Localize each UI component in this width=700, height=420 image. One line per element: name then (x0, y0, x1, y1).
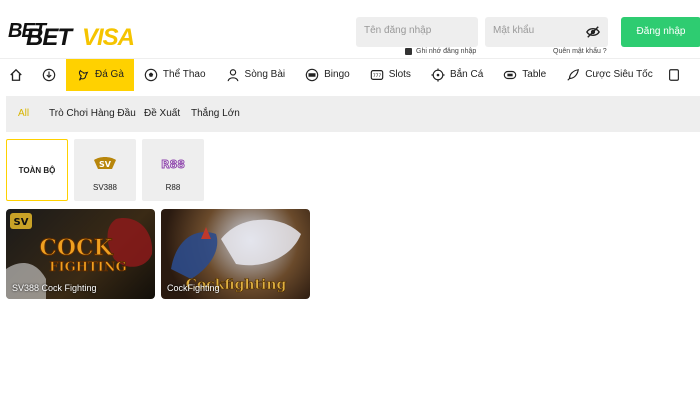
r88-logo-icon: R88 (161, 158, 186, 172)
password-input[interactable]: Mật khẩu (485, 17, 608, 47)
sv388-logo-text: SV (99, 160, 112, 169)
eye-off-icon[interactable] (586, 25, 600, 39)
brand-logo[interactable]: BET BET VISA (8, 18, 158, 51)
nav-label: Cược Siêu Tốc (585, 69, 653, 80)
nav-slots[interactable]: 777 Slots (360, 59, 421, 91)
username-input[interactable]: Tên đăng nhập (356, 17, 478, 47)
nav-label: Bắn Cá (449, 69, 484, 80)
download-icon (42, 68, 56, 81)
nav-home[interactable] (0, 59, 32, 91)
password-placeholder: Mật khẩu (493, 25, 535, 36)
nav-label: Bingo (324, 69, 350, 80)
filter-tab-big-win[interactable]: Thắng Lớn (191, 108, 240, 119)
nav-da-ga[interactable]: Đá Gà (66, 58, 134, 91)
game-title: SV388 Cock Fighting (12, 283, 97, 293)
header: BET BET VISA Tên đăng nhập Mật khẩu Đăng… (0, 0, 700, 58)
nav-label: Đá Gà (95, 69, 124, 80)
username-placeholder: Tên đăng nhập (364, 25, 432, 36)
game-card-sv388-cock-fighting[interactable]: SV COCK FIGHTING SV388 Cock Fighting (6, 209, 155, 299)
filter-tab-all[interactable]: All (18, 108, 29, 119)
nav-table[interactable]: Table (493, 59, 556, 91)
nav-the-thao[interactable]: Thể Thao (134, 59, 216, 91)
nav-label: Table (522, 69, 547, 80)
soccer-ball-icon (144, 68, 158, 81)
bingo-icon (305, 68, 319, 81)
game-card-cockfighting[interactable]: Cockfighting CockFighting (161, 209, 310, 299)
provider-label: TOÀN BỘ (18, 166, 56, 175)
provider-label: R88 (165, 183, 181, 192)
main-nav: Đá Gà Thể Thao Sòng Bài Bingo 777 Slots … (0, 58, 700, 91)
remember-me[interactable]: Ghi nhớ đăng nhập (405, 48, 476, 55)
nav-bingo[interactable]: Bingo (295, 59, 360, 91)
logo-visa: VISA (82, 24, 135, 51)
provider-label: SV388 (92, 183, 118, 192)
sv388-logo-icon: SV (94, 157, 116, 169)
logo-bet-2: BET (26, 24, 72, 51)
home-icon (10, 68, 22, 81)
nav-more[interactable] (663, 59, 685, 91)
sv-badge: SV (14, 217, 29, 228)
svg-text:777: 777 (373, 73, 382, 79)
forgot-password-link[interactable]: Quên mật khẩu ? (553, 48, 607, 55)
category-filter-bar: All Trò Chơi Hàng Đầu Đề Xuất Thắng Lớn (6, 96, 700, 132)
filter-tab-top-games[interactable]: Trò Chơi Hàng Đầu (49, 108, 136, 119)
slot-machine-icon: 777 (370, 69, 383, 80)
nav-song-bai[interactable]: Sòng Bài (216, 59, 296, 91)
crosshair-icon (431, 67, 445, 82)
game-art-text: COCK (39, 235, 113, 261)
provider-all[interactable]: TOÀN BỘ (6, 139, 68, 201)
filter-tab-recommended[interactable]: Đề Xuất (144, 108, 180, 119)
nav-ban-ca[interactable]: Bắn Cá (421, 59, 493, 91)
more-category-icon (668, 68, 679, 81)
remember-checkbox[interactable] (405, 48, 412, 55)
r88-logo-text: R88 (161, 158, 185, 171)
nav-label: Sòng Bài (244, 69, 286, 80)
nav-cuoc-sieu-toc[interactable]: Cược Siêu Tốc (556, 59, 663, 91)
remember-label: Ghi nhớ đăng nhập (416, 48, 477, 55)
table-game-icon (504, 70, 517, 79)
rocket-icon (567, 68, 580, 81)
provider-r88[interactable]: R88 R88 (142, 139, 204, 201)
page: BET BET VISA Tên đăng nhập Mật khẩu Đăng… (0, 0, 700, 420)
nav-label: Slots (388, 69, 411, 80)
dealer-icon (227, 68, 238, 81)
provider-sv388[interactable]: SV SV388 (74, 139, 136, 201)
rooster-icon (78, 69, 89, 81)
login-button[interactable]: Đăng nhập (621, 17, 700, 47)
nav-label: Thể Thao (162, 69, 206, 80)
game-art-text: FIGHTING (49, 260, 126, 275)
game-title: CockFighting (167, 283, 220, 293)
nav-download[interactable] (32, 59, 66, 91)
